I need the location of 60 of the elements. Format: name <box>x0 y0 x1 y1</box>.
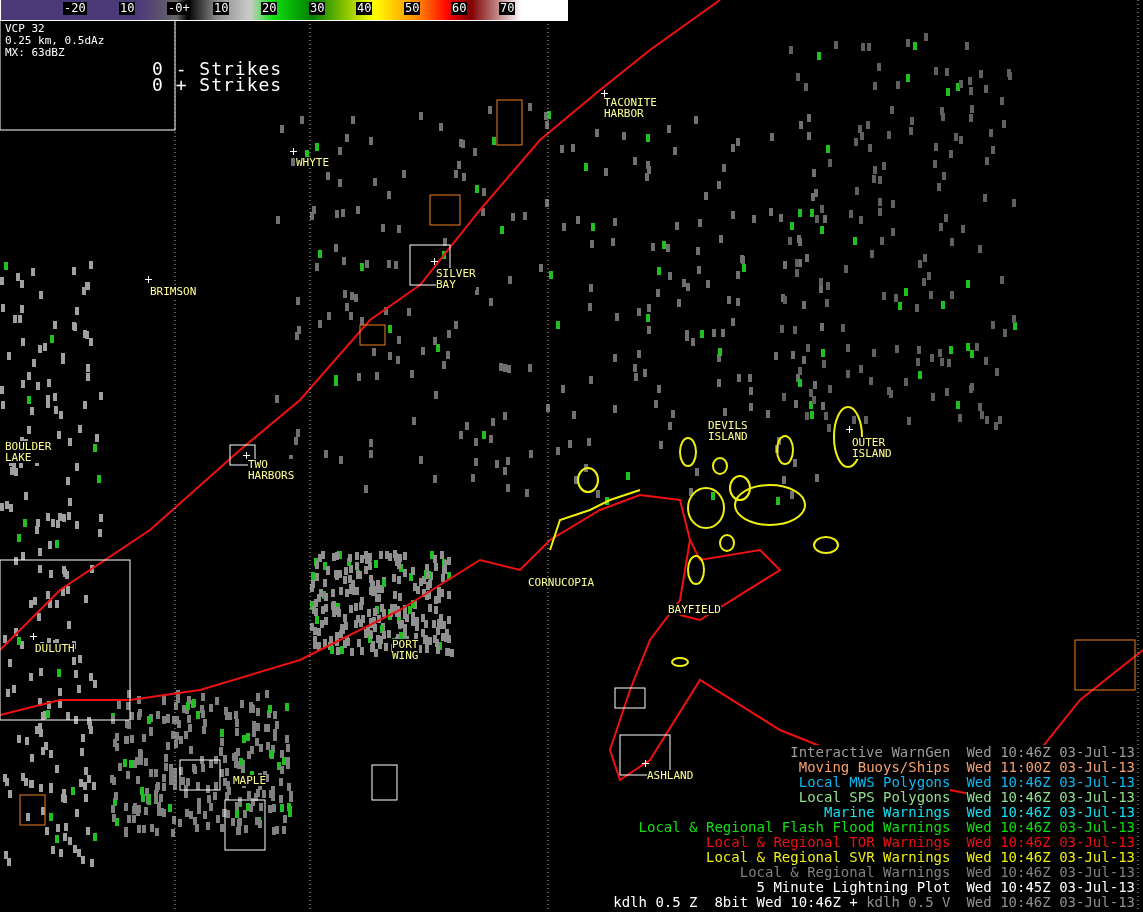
scale-label: 20 <box>261 2 278 15</box>
scale-label: -20 <box>63 2 87 15</box>
legend-time: Wed 11:00Z 03-Jul-13 <box>966 760 1135 775</box>
legend-label: Marine Warnings <box>824 805 951 820</box>
scan-info-text: MX: 63dBZ <box>5 47 66 59</box>
legend-time: Wed 10:45Z 03-Jul-13 <box>966 880 1135 895</box>
town-label: BOULDER LAKE <box>5 441 52 463</box>
legend-time: Wed 10:46Z 03-Jul-13 <box>966 850 1135 865</box>
town-label: OUTER ISLAND <box>852 437 892 459</box>
legend-time: Wed 10:46Z 03-Jul-13 <box>966 790 1135 805</box>
town-label: DULUTH <box>35 643 75 654</box>
town-marker-icon <box>145 276 152 283</box>
scan-info-text: 0.25 km, 0.5dAz <box>5 35 105 47</box>
strike-count: 0 + Strikes <box>152 77 283 93</box>
legend-time: Wed 10:46Z 03-Jul-13 <box>966 820 1135 835</box>
town-marker-icon <box>290 148 297 155</box>
product-label: kdlh 0.5 V <box>866 894 951 910</box>
legend-label: Local & Regional SVR Warnings <box>706 850 951 865</box>
product-time: Wed 10:46Z 03-Jul-13 <box>966 895 1135 910</box>
legend-label: Local & Regional Warnings <box>739 865 951 880</box>
town-label: BRIMSON <box>150 286 197 297</box>
scale-label: 50 <box>404 2 421 15</box>
strike-count: 0 - Strikes <box>152 61 283 77</box>
legend-label: Moving Buoys/Ships <box>798 760 951 775</box>
town-label: ASHLAND <box>647 770 694 781</box>
town-label: DEVILS ISLAND <box>708 420 748 442</box>
legend-time: Wed 10:46Z 03-Jul-13 <box>966 745 1135 760</box>
town-marker-icon <box>431 258 438 265</box>
town-marker-icon <box>30 633 37 640</box>
town-label: SILVER BAY <box>436 268 476 290</box>
legend-label: Interactive WarnGen <box>790 745 951 760</box>
scale-label: -0+ <box>167 2 191 15</box>
legend-label: Local & Regional TOR Warnings <box>706 835 951 850</box>
town-label: BAYFIELD <box>668 604 721 615</box>
town-label: CORNUCOPIA <box>528 577 595 588</box>
legend-label: Local & Regional Flash Flood Warnings <box>638 820 951 835</box>
scan-info-text: VCP 32 <box>5 23 46 35</box>
legend-label: 5 Minute Lightning Plot <box>756 880 951 895</box>
town-label: TACONITE HARBOR <box>604 97 657 119</box>
town-label: TWO HARBORS <box>248 459 295 481</box>
town-marker-icon <box>601 90 608 97</box>
town-marker-icon <box>243 452 250 459</box>
product-label: kdlh 0.5 Z 8bit Wed 10:46Z + <box>613 894 858 910</box>
legend-label: Local MWS Polygons <box>798 775 951 790</box>
scale-label: 40 <box>356 2 373 15</box>
town-label: WHYTE <box>296 157 330 168</box>
legend-time: Wed 10:46Z 03-Jul-13 <box>966 865 1135 880</box>
legend-time: Wed 10:46Z 03-Jul-13 <box>966 805 1135 820</box>
scale-label: 60 <box>451 2 468 15</box>
town-marker-icon <box>846 426 853 433</box>
town-label: PORT WING <box>392 639 419 661</box>
legend-time: Wed 10:46Z 03-Jul-13 <box>966 835 1135 850</box>
town-marker-icon <box>642 760 649 767</box>
legend-label: Local SPS Polygons <box>798 790 951 805</box>
town-label: MAPLE <box>233 775 267 786</box>
scale-label: 10 <box>213 2 230 15</box>
scale-label: 10 <box>119 2 136 15</box>
scale-label: 30 <box>309 2 326 15</box>
scale-label: 70 <box>499 2 516 15</box>
legend-time: Wed 10:46Z 03-Jul-13 <box>966 775 1135 790</box>
